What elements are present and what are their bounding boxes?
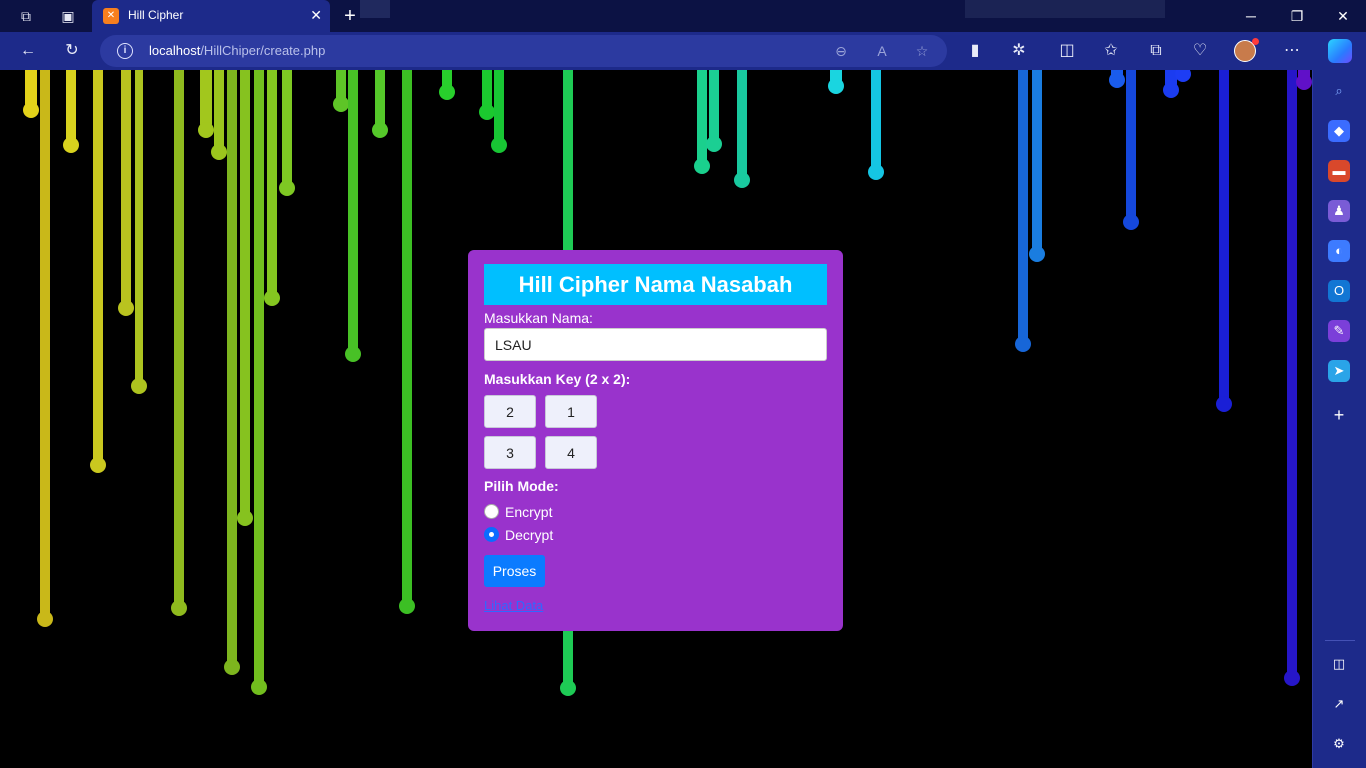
lihat-data-link[interactable]: Lihat Data (484, 598, 543, 613)
page-content: Hill Cipher Nama Nasabah Masukkan Nama: … (0, 70, 1312, 768)
mode-label: Pilih Mode: (484, 478, 559, 494)
key-input-3[interactable] (484, 436, 536, 469)
url-path: /HillChiper/create.php (200, 43, 326, 58)
key-label: Masukkan Key (2 x 2): (484, 371, 631, 387)
rain-drop (1296, 70, 1312, 90)
close-tab-icon[interactable]: ✕ (310, 7, 322, 24)
more-options-icon[interactable]: ⋯ (1280, 39, 1304, 63)
rain-drop (694, 70, 710, 174)
read-aloud-icon[interactable]: A (871, 40, 893, 62)
refresh-icon[interactable]: ↻ (60, 39, 84, 63)
rain-drop (345, 70, 361, 362)
nama-label: Masukkan Nama: (484, 310, 593, 326)
encrypt-radio[interactable] (484, 504, 499, 519)
rain-drop (734, 70, 750, 188)
rain-drop (118, 70, 134, 316)
rain-drop (198, 70, 214, 138)
key-input-2[interactable] (545, 395, 597, 428)
copilot-icon[interactable] (1328, 39, 1352, 63)
games-icon[interactable]: ♟ (1328, 200, 1350, 222)
open-external-icon[interactable]: ↗ (1328, 693, 1350, 715)
collections-icon[interactable]: ⧉ (1144, 39, 1168, 63)
tools-icon[interactable]: ▬ (1328, 160, 1350, 182)
rain-drop (868, 70, 884, 180)
rain-drop (1175, 70, 1191, 82)
tab-actions-icon[interactable]: ▣ (58, 6, 78, 26)
site-info-icon[interactable]: i (117, 43, 133, 59)
hill-cipher-form: Hill Cipher Nama Nasabah Masukkan Nama: … (468, 250, 843, 631)
rain-drop (23, 70, 39, 118)
minimize-icon[interactable]: ─ (1228, 4, 1274, 28)
rain-drop (63, 70, 79, 153)
rain-drop (1123, 70, 1139, 230)
xampp-icon: ✕ (103, 8, 119, 24)
rain-drop (211, 70, 227, 160)
tab-title: Hill Cipher (128, 8, 184, 22)
rain-drop (372, 70, 388, 138)
rain-drop (491, 70, 507, 153)
restore-icon[interactable]: ❐ (1274, 4, 1320, 28)
settings-icon[interactable]: ⚙ (1328, 733, 1350, 755)
notes-icon[interactable]: ✎ (1328, 320, 1350, 342)
decrypt-radio[interactable] (484, 527, 499, 542)
rain-drop (90, 70, 106, 473)
performance-icon[interactable]: ♡ (1188, 39, 1212, 63)
battery-icon[interactable]: ▮ (963, 39, 987, 63)
favorites-icon[interactable]: ✩ (1099, 39, 1123, 63)
add-icon[interactable]: + (1328, 404, 1350, 426)
search-icon[interactable]: ⌕ (1328, 80, 1350, 102)
copilot-sidebar-icon[interactable]: ◐ (1328, 240, 1350, 262)
proses-button[interactable]: Proses (484, 555, 545, 587)
titlebar-decoration (965, 0, 1165, 18)
rain-drop (37, 70, 53, 627)
extensions-icon[interactable]: ✲ (1007, 39, 1031, 63)
close-window-icon[interactable]: ✕ (1320, 4, 1366, 28)
tab-hill-cipher[interactable]: ✕ Hill Cipher ✕ (92, 0, 330, 32)
telegram-icon[interactable]: ➤ (1328, 360, 1350, 382)
rain-drop (1109, 70, 1125, 88)
shopping-tag-icon[interactable]: ◆ (1328, 120, 1350, 142)
key-input-4[interactable] (545, 436, 597, 469)
rain-drop (264, 70, 280, 306)
rain-drop (171, 70, 187, 616)
nama-input[interactable] (484, 328, 827, 361)
new-tab-icon[interactable]: + (338, 4, 362, 28)
titlebar-decoration (360, 0, 390, 18)
encrypt-radio-label[interactable]: Encrypt (505, 504, 552, 520)
rain-drop (1015, 70, 1031, 352)
address-bar[interactable]: i localhost/HillChiper/create.php ⊖ A ☆ (100, 35, 947, 67)
edge-sidebar: ⌕ ◆ ▬ ♟ ◐ O ✎ ➤ + ◫ ↗ ⚙ (1312, 70, 1366, 768)
rain-drop (479, 70, 495, 120)
rain-drop (706, 70, 722, 152)
workspaces-icon[interactable]: ⧉ (16, 6, 36, 26)
zoom-icon[interactable]: ⊖ (830, 40, 852, 62)
rain-drop (1216, 70, 1232, 412)
browser-toolbar: ← ↻ i localhost/HillChiper/create.php ⊖ … (0, 32, 1366, 70)
rain-drop (251, 70, 267, 695)
title-bar: ⧉ ▣ ✕ Hill Cipher ✕ + ─ ❐ ✕ (0, 0, 1366, 32)
rain-drop (1284, 70, 1300, 686)
rain-drop (224, 70, 240, 675)
url-host: localhost (149, 43, 201, 58)
form-title: Hill Cipher Nama Nasabah (484, 264, 827, 305)
url-text[interactable]: localhost/HillChiper/create.php (149, 43, 325, 58)
outlook-icon[interactable]: O (1328, 280, 1350, 302)
split-screen-icon[interactable]: ◫ (1055, 39, 1079, 63)
notification-dot (1252, 38, 1259, 45)
back-icon[interactable]: ← (16, 39, 40, 63)
rain-drop (439, 70, 455, 100)
rain-drop (399, 70, 415, 614)
rain-drop (131, 70, 147, 394)
rain-drop (1029, 70, 1045, 262)
rain-drop (237, 70, 253, 526)
decrypt-radio-label[interactable]: Decrypt (505, 527, 553, 543)
rain-drop (333, 70, 349, 112)
key-input-1[interactable] (484, 395, 536, 428)
sidebar-toggle-icon[interactable]: ◫ (1328, 653, 1350, 675)
favorite-star-icon[interactable]: ☆ (911, 40, 933, 62)
rain-drop (279, 70, 295, 196)
sidebar-divider (1325, 640, 1355, 641)
rain-drop (828, 70, 844, 94)
